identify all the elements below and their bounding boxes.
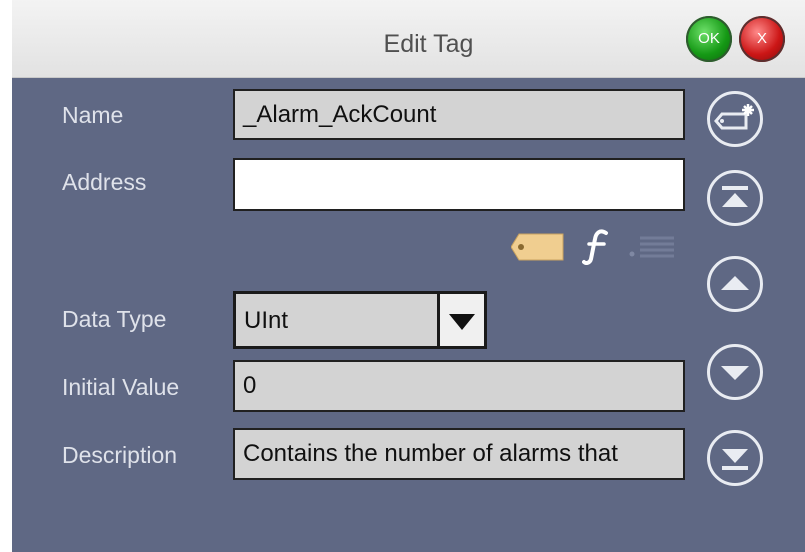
ok-button[interactable]: OK: [686, 16, 732, 62]
function-icon[interactable]: [582, 227, 612, 270]
cancel-button[interactable]: X: [739, 16, 785, 62]
new-tag-icon: [714, 104, 754, 130]
previous-record-icon: [721, 276, 749, 290]
address-field[interactable]: [233, 158, 685, 211]
initial-value-label: Initial Value: [62, 374, 180, 400]
last-record-button[interactable]: [707, 430, 763, 486]
list-icon[interactable]: [626, 232, 676, 267]
address-label: Address: [62, 169, 147, 195]
initial-value-field[interactable]: 0: [233, 360, 685, 412]
description-field[interactable]: Contains the number of alarms that: [233, 428, 685, 480]
name-field[interactable]: _Alarm_AckCount: [233, 89, 685, 140]
name-label: Name: [62, 102, 124, 128]
next-record-icon: [721, 366, 749, 380]
chevron-down-icon[interactable]: [437, 294, 484, 346]
new-tag-button[interactable]: [707, 91, 763, 147]
first-record-button[interactable]: [707, 170, 763, 226]
data-type-label: Data Type: [62, 306, 167, 332]
edit-tag-dialog: Edit Tag OK X Name _Alarm_AckCount Addre…: [12, 0, 805, 552]
data-type-value: UInt: [244, 307, 289, 334]
last-record-icon: [722, 449, 748, 470]
first-record-icon: [722, 186, 748, 207]
description-label: Description: [62, 442, 178, 468]
tag-icon[interactable]: [510, 230, 567, 269]
previous-record-button[interactable]: [707, 256, 763, 312]
data-type-dropdown[interactable]: UInt: [233, 291, 487, 349]
next-record-button[interactable]: [707, 344, 763, 400]
title-bar: Edit Tag OK X: [12, 0, 805, 78]
